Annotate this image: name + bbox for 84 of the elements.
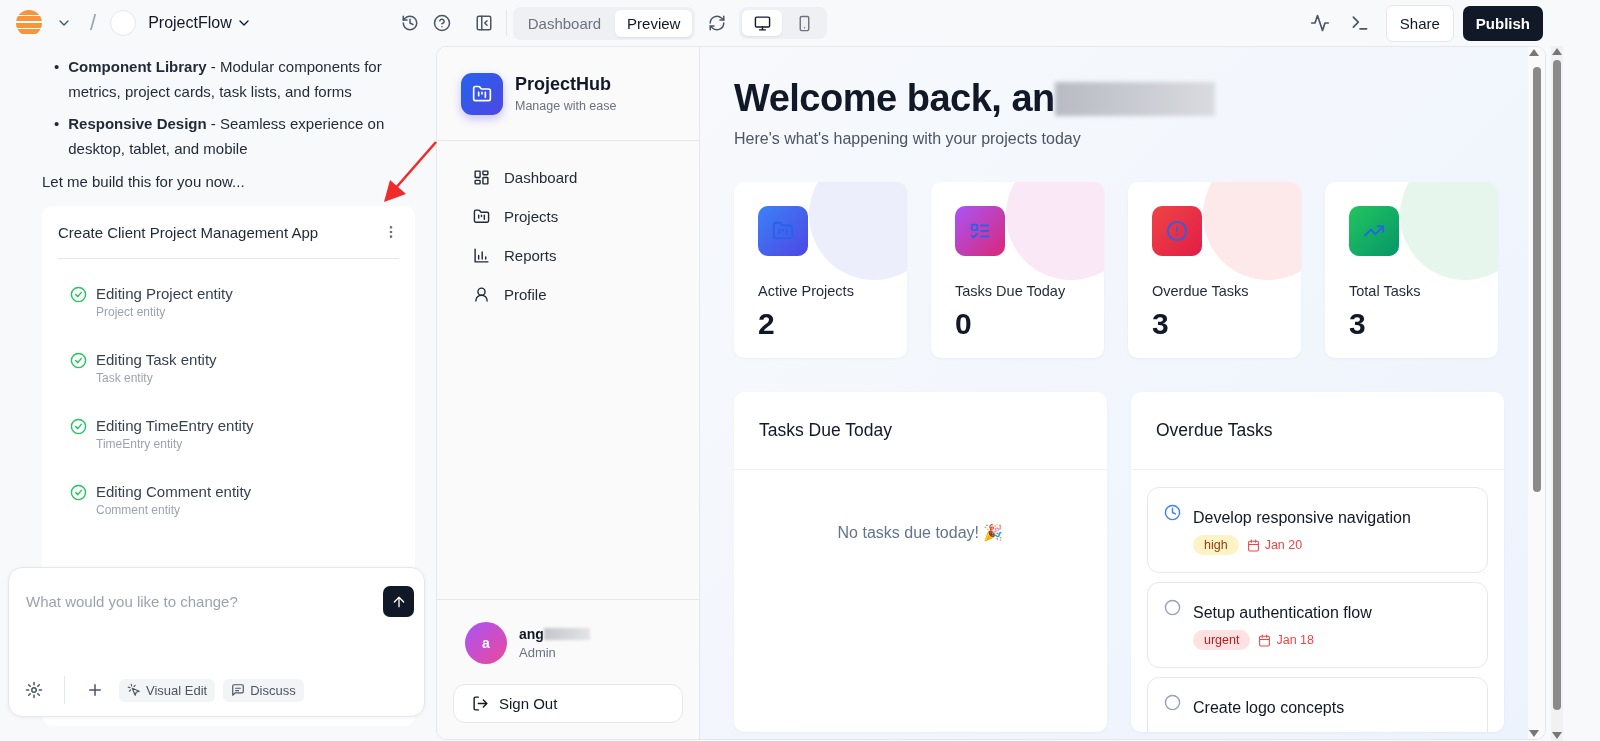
- calendar-icon: [1246, 538, 1260, 552]
- check-circle-icon: [70, 484, 87, 501]
- task-card[interactable]: Create logo concepts: [1147, 677, 1488, 732]
- circle-icon: [1164, 694, 1181, 711]
- clock-icon: [1164, 504, 1181, 521]
- task-title: Setup authentication flow: [1193, 604, 1372, 622]
- nav-item[interactable]: Reports: [453, 239, 683, 272]
- stat-value: 3: [1152, 307, 1170, 341]
- grid-icon: [473, 169, 490, 186]
- monitor-icon: [753, 14, 771, 32]
- nav-item[interactable]: Projects: [453, 200, 683, 233]
- chat-message: Let me build this for you now...: [42, 173, 246, 190]
- stat-value: 3: [1349, 307, 1367, 341]
- chat-icon: [231, 683, 246, 697]
- step-subtitle: Task entity: [96, 371, 154, 385]
- log-out-icon: [472, 695, 489, 712]
- panel-title: Tasks Due Today: [759, 420, 892, 441]
- circle-icon: [1164, 599, 1181, 616]
- welcome-subtitle: Here's what's happening with your projects today: [734, 130, 1082, 148]
- stat-value: 2: [758, 307, 776, 341]
- priority-tag: high: [1193, 535, 1239, 555]
- calendar-icon: [1258, 633, 1272, 647]
- redaction-blur: [543, 628, 590, 640]
- nav-item[interactable]: Dashboard: [453, 161, 683, 194]
- stat-label: Total Tasks: [1349, 283, 1422, 299]
- bullet-text: Component Library - Modular components for metrics, project cards, task lists, and forms: [68, 57, 383, 102]
- check-circle-icon: [70, 418, 87, 435]
- step-title: Editing Project entity: [96, 285, 233, 302]
- scrollbar[interactable]: [1551, 46, 1563, 741]
- share-button[interactable]: Share: [1385, 4, 1454, 42]
- user-avatar: a: [465, 622, 507, 664]
- view-tab[interactable]: Dashboard: [515, 9, 614, 37]
- stat-label: Tasks Due Today: [955, 283, 1067, 299]
- task-card[interactable]: Develop responsive navigation high Jan 20: [1147, 487, 1488, 573]
- message-input[interactable]: What would you like to change?: [26, 586, 356, 617]
- task-card[interactable]: Setup authentication flow urgent Jan 18: [1147, 582, 1488, 668]
- panel-title: Overdue Tasks: [1156, 420, 1273, 441]
- bullet-marker: •: [54, 114, 60, 134]
- empty-message: No tasks due today! 🎉: [836, 523, 1005, 542]
- step-subtitle: Project entity: [96, 305, 167, 319]
- step-subtitle: TimeEntry entity: [96, 437, 184, 451]
- send-button[interactable]: [383, 586, 414, 617]
- task-card-title: Create Client Project Management App: [58, 223, 319, 241]
- bar-chart-icon: [473, 247, 490, 264]
- task-title: Develop responsive navigation: [1193, 509, 1411, 527]
- step-title: Editing Comment entity: [96, 483, 252, 500]
- publish-button[interactable]: Publish: [1462, 5, 1543, 41]
- stat-label: Active Projects: [758, 283, 855, 299]
- step-subtitle: Comment entity: [96, 503, 182, 517]
- stat-label: Overdue Tasks: [1152, 283, 1250, 299]
- user-role: Admin: [519, 645, 557, 660]
- plus-icon: [86, 681, 104, 699]
- brand-tagline: Manage with ease: [515, 99, 617, 113]
- stat-value: 0: [955, 307, 973, 341]
- folder-icon: [473, 208, 490, 225]
- step-title: Editing TimeEntry entity: [96, 417, 254, 434]
- user-icon: [473, 286, 490, 303]
- project-selector[interactable]: ProjectFlow: [148, 14, 252, 32]
- breadcrumb-separator: /: [90, 10, 97, 36]
- step-title: Editing Task entity: [96, 351, 217, 368]
- check-circle-icon: [70, 352, 87, 369]
- desktop-toggle[interactable]: [742, 10, 783, 36]
- priority-tag: urgent: [1193, 630, 1251, 650]
- scrollbar[interactable]: [1528, 47, 1545, 739]
- brand-name: ProjectHub: [515, 74, 612, 95]
- message-composer[interactable]: What would you like to change? Visual Edit Discuss: [8, 567, 425, 717]
- task-title: Create logo concepts: [1193, 699, 1345, 717]
- bullet-text: Responsive Design - Seamless experience on desktop, tablet, and mobile: [68, 114, 386, 159]
- user-name: ang: [519, 626, 544, 642]
- folder-icon: [472, 83, 492, 104]
- view-tab[interactable]: Preview: [615, 9, 693, 37]
- sign-out-button[interactable]: Sign Out: [453, 684, 683, 723]
- visual-edit-button[interactable]: Visual Edit: [119, 678, 216, 702]
- check-circle-icon: [70, 286, 87, 303]
- project-avatar: [110, 10, 137, 36]
- welcome-heading: Welcome back, an: [734, 77, 1055, 120]
- discuss-button[interactable]: Discuss: [223, 678, 304, 702]
- nav-item[interactable]: Profile: [453, 278, 683, 311]
- pointer-sparkle-icon: [127, 683, 141, 697]
- bullet-marker: •: [54, 57, 60, 77]
- folder-icon: [772, 220, 794, 242]
- alert-icon: [1166, 220, 1188, 242]
- due-date: Jan 18: [1276, 633, 1314, 647]
- due-date: Jan 20: [1264, 538, 1303, 552]
